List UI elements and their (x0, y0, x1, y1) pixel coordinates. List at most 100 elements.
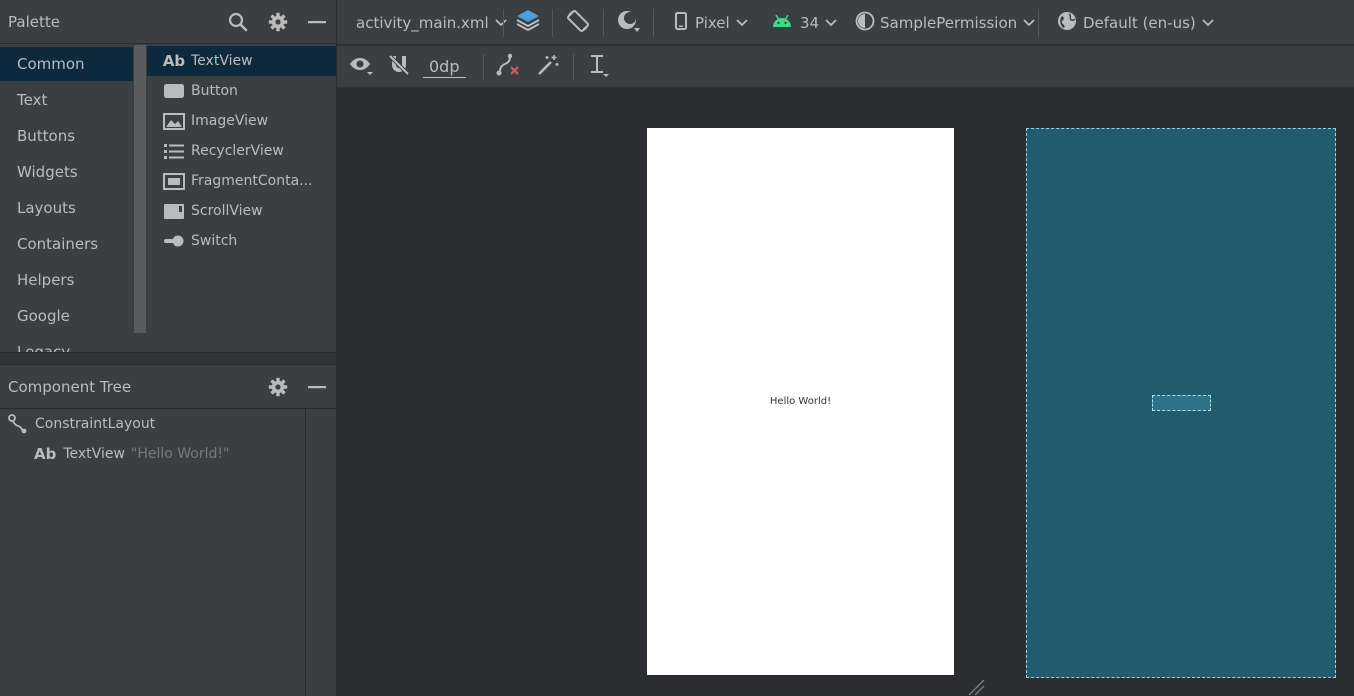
toolbar-separator (603, 9, 604, 37)
layers-button[interactable] (515, 0, 541, 45)
constraint-layout-icon (8, 414, 30, 434)
tree-node-label: ConstraintLayout (35, 416, 156, 432)
toolbar-separator (483, 54, 484, 80)
palette-body: Common Text Buttons Widgets Layouts Cont… (0, 45, 336, 352)
widget-textview[interactable]: Ab TextView (147, 46, 336, 76)
theme-name: SamplePermission (880, 13, 1018, 32)
clear-constraints-button[interactable] (495, 46, 521, 88)
textview-icon: Ab (162, 52, 186, 70)
widget-scrollview[interactable]: ScrollView (147, 196, 336, 226)
design-view-screen[interactable]: Hello World! (647, 128, 954, 675)
file-selector[interactable]: activity_main.xml (356, 0, 507, 45)
scrollview-icon (163, 202, 185, 220)
rotate-icon (565, 8, 591, 38)
component-tree: ConstraintLayout Ab TextView "Hello Worl… (0, 409, 336, 696)
category-legacy[interactable]: Legacy (0, 335, 133, 352)
category-buttons[interactable]: Buttons (0, 119, 133, 153)
toolbar-separator (653, 9, 654, 37)
view-options-button[interactable] (348, 46, 376, 88)
hello-textview[interactable]: Hello World! (647, 396, 954, 407)
palette-categories: Common Text Buttons Widgets Layouts Cont… (0, 45, 133, 352)
widget-switch[interactable]: Switch (147, 226, 336, 256)
magnet-off-icon (387, 53, 411, 81)
chevron-down-icon (825, 17, 837, 29)
api-level: 34 (800, 13, 820, 32)
widget-imageview[interactable]: ImageView (147, 106, 336, 136)
switch-icon (163, 232, 185, 250)
night-mode-icon (616, 8, 642, 38)
api-level-selector[interactable]: 34 (772, 0, 837, 45)
layout-editor: activity_main.xml Pixel 34 SamplePermiss… (337, 0, 1354, 696)
globe-icon (1057, 11, 1077, 35)
resize-handle-icon[interactable] (965, 678, 985, 696)
android-icon (772, 14, 792, 32)
category-containers[interactable]: Containers (0, 227, 133, 261)
device-selector[interactable]: Pixel (675, 0, 748, 45)
panel-splitter[interactable] (0, 352, 336, 365)
night-mode-button[interactable] (616, 0, 642, 45)
widget-label: Button (191, 83, 238, 99)
blueprint-view-screen[interactable] (1026, 128, 1336, 678)
widget-fragmentcontainer[interactable]: FragmentConta... (147, 166, 336, 196)
infer-constraints-button[interactable] (536, 46, 560, 88)
button-icon (163, 82, 185, 100)
category-google[interactable]: Google (0, 299, 133, 333)
margin-value: 0dp (423, 57, 466, 78)
locale-name: Default (en-us) (1083, 13, 1196, 32)
chevron-down-icon (1202, 17, 1214, 29)
textview-icon: Ab (34, 445, 57, 463)
categories-scrollbar[interactable] (134, 45, 146, 333)
component-tree-title: Component Tree (8, 377, 132, 396)
widget-label: ScrollView (191, 203, 263, 219)
minimize-icon[interactable] (305, 10, 329, 34)
default-margin-field[interactable]: 0dp (423, 46, 466, 88)
widget-label: TextView (191, 53, 253, 69)
component-tree-header: Component Tree (0, 365, 336, 409)
constraint-toolbar: 0dp (337, 46, 1354, 88)
file-name: activity_main.xml (356, 13, 489, 32)
widget-recyclerview[interactable]: RecyclerView (147, 136, 336, 166)
category-helpers[interactable]: Helpers (0, 263, 133, 297)
widget-label: ImageView (191, 113, 269, 129)
autoconnect-button[interactable] (387, 46, 411, 88)
chevron-down-icon (495, 17, 507, 29)
category-common[interactable]: Common (0, 47, 133, 81)
widget-label: FragmentConta... (191, 173, 313, 189)
gear-icon[interactable] (266, 10, 290, 34)
palette-header: Palette (0, 0, 336, 44)
category-layouts[interactable]: Layouts (0, 191, 133, 225)
chevron-down-icon (1023, 17, 1035, 29)
guidelines-button[interactable] (588, 46, 612, 88)
search-icon[interactable] (226, 10, 250, 34)
blueprint-textview[interactable] (1152, 395, 1211, 411)
eye-icon (348, 54, 376, 80)
widget-button[interactable]: Button (147, 76, 336, 106)
toolbar-separator (573, 54, 574, 80)
layers-icon (515, 8, 541, 38)
design-toolbar: activity_main.xml Pixel 34 SamplePermiss… (337, 0, 1354, 45)
category-widgets[interactable]: Widgets (0, 155, 133, 189)
chevron-down-icon (736, 17, 748, 29)
phone-icon (675, 11, 687, 34)
imageview-icon (163, 112, 185, 130)
minimize-icon[interactable] (305, 375, 329, 399)
device-name: Pixel (695, 13, 730, 32)
tree-node-text-value: "Hello World!" (130, 446, 230, 462)
tree-divider (305, 409, 306, 696)
clear-constraints-icon (495, 53, 521, 81)
toolbar-separator (1038, 9, 1039, 37)
tree-node-constraintlayout[interactable]: ConstraintLayout (8, 413, 155, 435)
toolbar-separator (503, 9, 504, 37)
tree-node-textview[interactable]: Ab TextView "Hello World!" (34, 443, 229, 465)
widget-label: Switch (191, 233, 238, 249)
palette-widgets: Ab TextView Button ImageView RecyclerVie… (147, 45, 336, 352)
design-canvas[interactable]: Hello World! (337, 89, 1354, 696)
widget-label: RecyclerView (191, 143, 284, 159)
left-panel: Palette Common Text Buttons Widgets Layo… (0, 0, 336, 696)
orientation-button[interactable] (565, 0, 591, 45)
locale-selector[interactable]: Default (en-us) (1057, 0, 1214, 45)
theme-selector[interactable]: SamplePermission (855, 0, 1035, 45)
category-text[interactable]: Text (0, 83, 133, 117)
gear-icon[interactable] (266, 375, 290, 399)
magic-wand-icon (536, 53, 560, 81)
